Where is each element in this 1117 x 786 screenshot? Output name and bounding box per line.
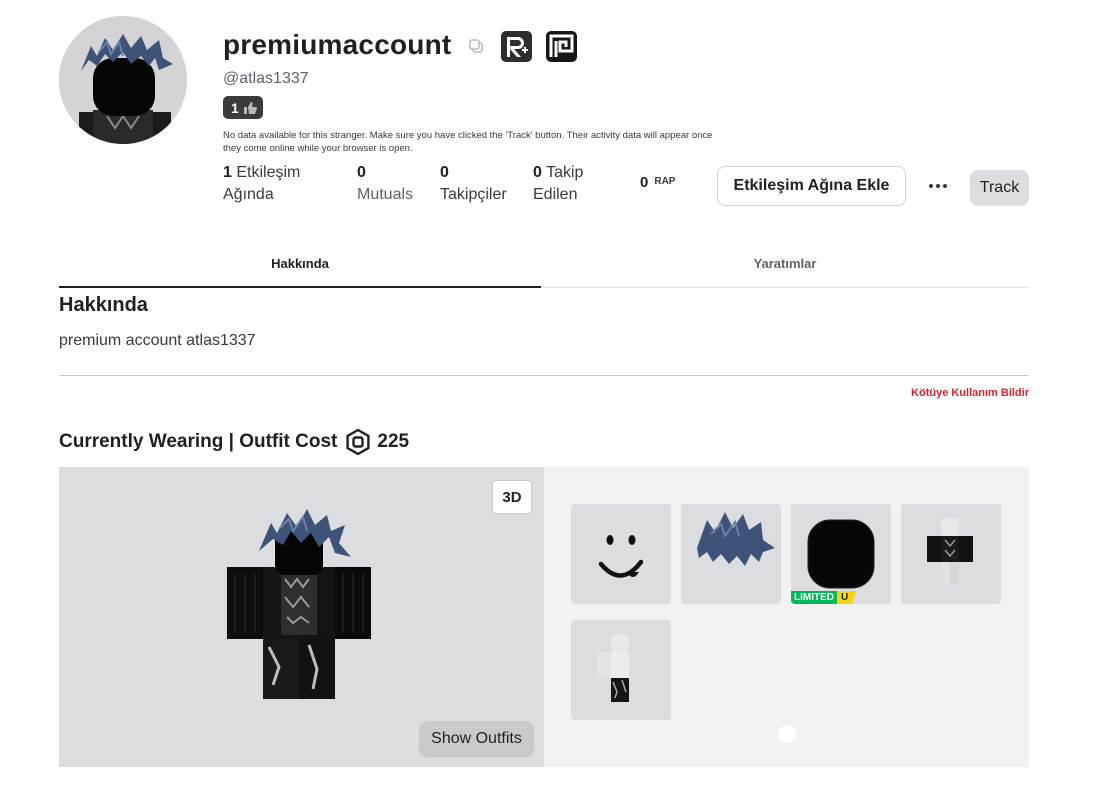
- mutuals-count: 0: [357, 164, 366, 181]
- currently-wearing-heading: Currently Wearing | Outfit Cost 225: [59, 429, 409, 455]
- outfit-cost: 225: [377, 431, 410, 452]
- item-face[interactable]: [571, 504, 671, 604]
- username-handle: @atlas1337: [223, 70, 309, 87]
- friends-label-1: Etkileşim: [236, 164, 301, 181]
- hair-accessory-icon: [697, 512, 775, 566]
- followers-count: 0: [440, 164, 449, 181]
- like-count: 1: [231, 99, 239, 116]
- mutuals-label: Mutuals: [357, 186, 414, 203]
- item-hair[interactable]: [681, 504, 781, 604]
- rap-stat: 0 RAP: [640, 174, 675, 191]
- shirt-item-icon: [927, 518, 973, 584]
- tab-about[interactable]: Hakkında: [59, 240, 541, 288]
- tracking-notice: No data available for this stranger. Mak…: [223, 130, 713, 154]
- about-heading: Hakkında: [59, 294, 148, 316]
- copy-icon[interactable]: [468, 38, 484, 54]
- more-dot-icon: [929, 184, 933, 188]
- profile-avatar: [59, 16, 187, 144]
- more-dot-icon: [936, 184, 940, 188]
- avatar-headshot: [59, 16, 187, 144]
- friends-count: 1: [223, 164, 232, 181]
- head-item-icon: [807, 519, 875, 589]
- item-pants[interactable]: [571, 620, 671, 720]
- track-button[interactable]: Track: [970, 170, 1029, 206]
- display-name: premiumaccount: [223, 29, 452, 60]
- friends-label-2: Ağında: [223, 186, 274, 203]
- followers-stat[interactable]: 0 Takipçiler: [440, 162, 507, 206]
- add-friend-button[interactable]: Etkileşim Ağına Ekle: [717, 166, 906, 206]
- thumbs-up-icon: [243, 101, 257, 114]
- rap-label: RAP: [654, 176, 676, 187]
- mutuals-stat[interactable]: 0 Mutuals: [357, 162, 413, 206]
- currently-wearing-title: Currently Wearing | Outfit Cost: [59, 431, 338, 452]
- more-options-button[interactable]: [922, 172, 954, 200]
- robux-icon: [346, 429, 370, 455]
- friends-stat[interactable]: 1 Etkileşim Ağında: [223, 162, 300, 206]
- followers-label: Takipçiler: [440, 186, 507, 203]
- toggle-3d-button[interactable]: 3D: [492, 480, 532, 514]
- following-label-1: Takip: [546, 164, 584, 181]
- rap-value: 0: [640, 174, 649, 191]
- more-dot-icon: [943, 184, 947, 188]
- roblox-plus-icon[interactable]: [501, 31, 532, 62]
- following-count: 0: [533, 164, 542, 181]
- about-description: premium account atlas1337: [59, 332, 256, 349]
- divider: [59, 375, 1029, 376]
- like-badge: 1: [223, 96, 263, 119]
- following-stat[interactable]: 0 Takip Edilen: [533, 162, 583, 206]
- limited-label: LIMITED: [791, 591, 837, 604]
- item-head[interactable]: LIMITED U: [791, 504, 891, 604]
- smile-face-icon: [598, 535, 644, 578]
- limited-badge: LIMITED U: [791, 591, 857, 604]
- carousel-dot[interactable]: [778, 725, 796, 743]
- pants-item-icon: [597, 634, 643, 702]
- ropro-icon[interactable]: [546, 31, 577, 62]
- limited-unique-label: U: [837, 591, 857, 604]
- tab-creations[interactable]: Yaratımlar: [541, 240, 1029, 288]
- following-label-2: Edilen: [533, 186, 578, 203]
- show-outfits-button[interactable]: Show Outfits: [419, 721, 534, 757]
- report-abuse-link[interactable]: Kötüye Kullanım Bildir: [911, 387, 1029, 399]
- item-shirt[interactable]: [901, 504, 1001, 604]
